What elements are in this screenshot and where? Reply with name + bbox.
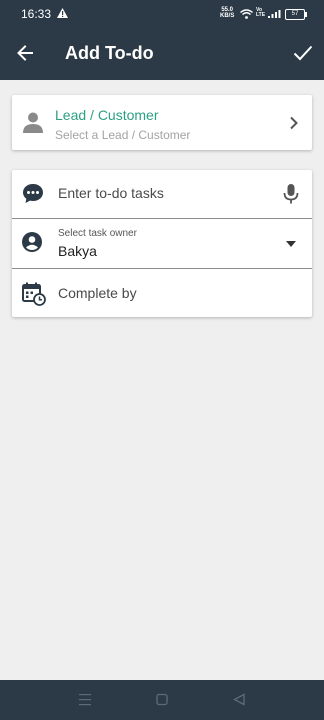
lead-customer-title: Lead / Customer — [55, 107, 159, 123]
person-icon — [23, 112, 43, 133]
signal-icon — [268, 10, 281, 18]
microphone-icon[interactable] — [283, 183, 299, 205]
lead-customer-subtitle: Select a Lead / Customer — [55, 128, 191, 142]
status-bar: 16:33 55.0 KB/S Vo LTE 57 — [0, 0, 324, 28]
app-bar: Add To-do — [0, 28, 324, 80]
volte-indicator: Vo LTE — [256, 7, 266, 18]
menu-icon[interactable] — [79, 693, 91, 706]
home-square-icon[interactable] — [156, 693, 168, 706]
task-input-row[interactable]: Enter to-do tasks — [12, 170, 312, 219]
arrow-left-icon[interactable] — [16, 44, 34, 62]
wifi-icon — [240, 9, 253, 19]
chat-bubble-icon — [23, 184, 43, 203]
task-owner-select[interactable]: Select task owner Bakya — [12, 219, 312, 269]
dropdown-arrow-icon[interactable] — [286, 241, 296, 247]
battery-indicator: 57 — [285, 9, 307, 20]
task-input[interactable]: Enter to-do tasks — [58, 185, 164, 201]
account-circle-icon — [22, 232, 42, 252]
chevron-right-icon — [290, 116, 298, 130]
todo-form: Enter to-do tasks Select task owner Baky… — [12, 170, 312, 317]
status-time: 16:33 — [21, 7, 52, 21]
page-title: Add To-do — [65, 43, 154, 63]
network-speed: 55.0 KB/S — [220, 7, 235, 19]
complete-by-row[interactable]: Complete by — [12, 269, 312, 317]
complete-by-field[interactable]: Complete by — [58, 285, 137, 301]
calendar-clock-icon — [22, 282, 46, 306]
lead-customer-selector[interactable]: Lead / Customer Select a Lead / Customer — [12, 95, 312, 150]
system-nav-bar — [0, 680, 324, 720]
warning-icon — [57, 8, 68, 18]
check-icon[interactable] — [293, 44, 313, 62]
task-owner-value: Bakya — [58, 243, 97, 259]
back-triangle-icon[interactable] — [233, 693, 245, 706]
task-owner-label: Select task owner — [58, 228, 137, 239]
